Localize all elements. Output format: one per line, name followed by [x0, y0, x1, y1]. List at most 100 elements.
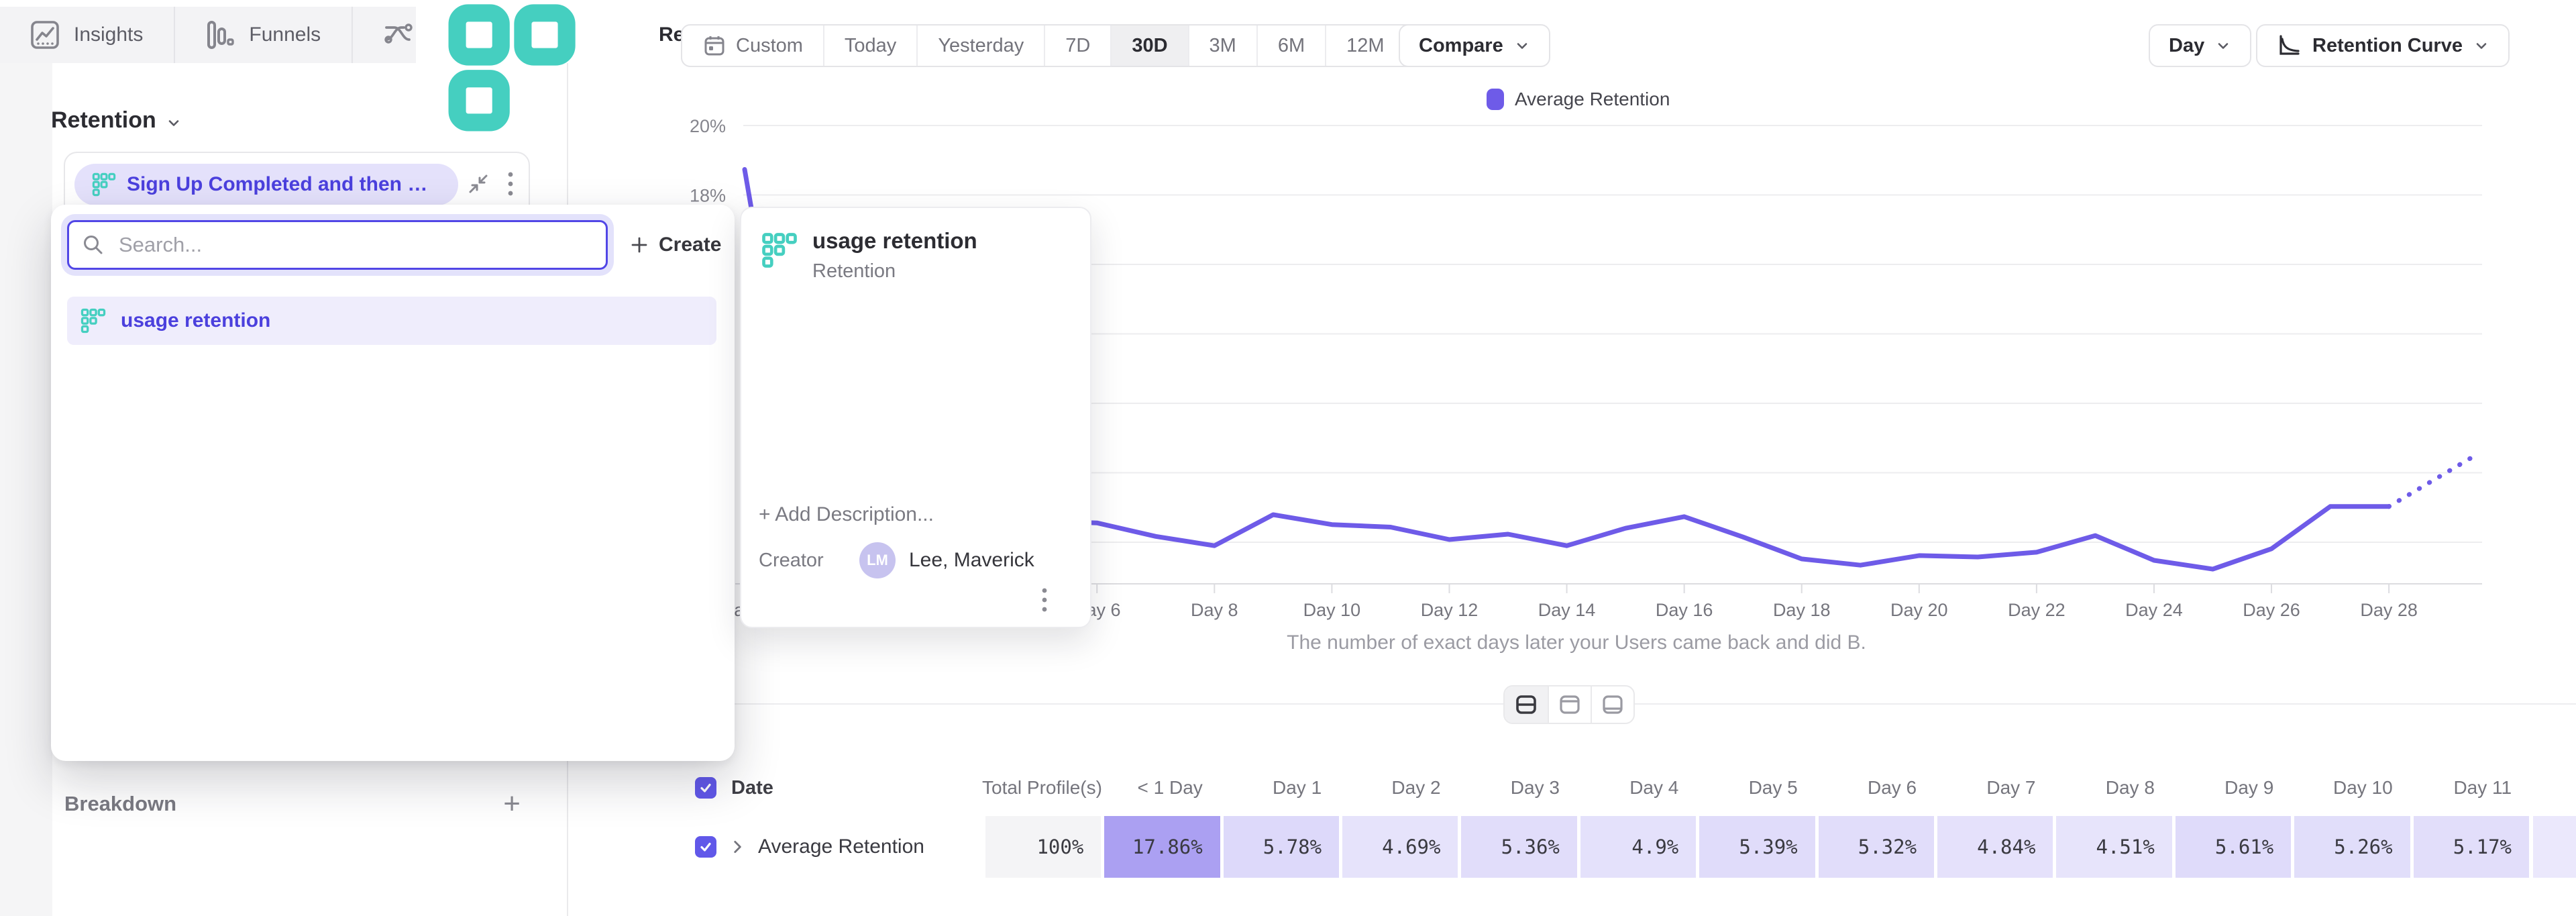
expand-row-chevron[interactable] [729, 838, 746, 856]
funnels-icon [205, 19, 235, 50]
search-icon [82, 234, 105, 256]
event-pill[interactable]: Sign Up Completed and then Sign Up Co... [74, 164, 458, 205]
left-gutter [0, 7, 52, 916]
column-header[interactable]: < 1 Day [1101, 777, 1220, 799]
layout-bottom-icon [1600, 692, 1625, 717]
retention-value-cell[interactable]: 4.51% [2053, 816, 2171, 878]
column-header[interactable]: Day 11 [2410, 777, 2529, 799]
compare-button[interactable]: Compare [1399, 24, 1550, 67]
svg-text:Day 12: Day 12 [1421, 600, 1479, 620]
column-header[interactable]: Day 8 [2053, 777, 2172, 799]
select-all-checkbox[interactable] [695, 777, 716, 799]
retention-value-cell[interactable]: 5.78% [1220, 816, 1339, 878]
layout-split-toggle[interactable] [1505, 686, 1548, 723]
collapse-button[interactable] [465, 170, 492, 197]
check-icon [698, 839, 713, 854]
flows-icon [382, 19, 413, 50]
column-header[interactable]: Day 9 [2172, 777, 2291, 799]
table-row: Average Retention 100%17.86%5.78%4.69%5.… [684, 816, 2576, 878]
tab-label: Insights [74, 23, 143, 46]
chart-type-button[interactable]: Retention Curve [2256, 24, 2510, 67]
table-header-row: Date Total Profile(s)< 1 DayDay 1Day 2Da… [684, 769, 2576, 807]
retention-icon [80, 308, 106, 334]
range-label: Today [845, 35, 896, 57]
search-result-usage-retention[interactable]: usage retention [67, 297, 716, 345]
retention-value-cell[interactable]: 4.9% [1577, 816, 1696, 878]
retention-value-cell[interactable]: 5.17% [2410, 816, 2529, 878]
svg-text:Day 10: Day 10 [1303, 600, 1361, 620]
range-yesterday[interactable]: Yesterday [916, 26, 1044, 66]
column-header[interactable]: Day 6 [1815, 777, 1934, 799]
search-input[interactable] [67, 220, 608, 270]
collapse-icon [466, 172, 490, 196]
column-header[interactable]: Total Profile(s) [982, 777, 1101, 799]
column-header[interactable]: Day 1 [1220, 777, 1339, 799]
retention-value-cell[interactable]: 5.32% [1815, 816, 1934, 878]
search-result-list: usage retention [67, 297, 716, 345]
breakdown-title: Breakdown [64, 792, 176, 816]
tab-insights[interactable]: Insights [0, 7, 174, 63]
kebab-icon [1040, 585, 1049, 615]
range-label: 12M [1346, 35, 1384, 57]
create-label: Create [659, 234, 721, 256]
column-header[interactable]: Day 7 [1934, 777, 2053, 799]
chevron-down-icon [1514, 38, 1530, 54]
row-checkbox[interactable] [695, 836, 716, 858]
svg-text:Day 16: Day 16 [1656, 600, 1713, 620]
check-icon [698, 780, 713, 795]
add-description-button[interactable]: + Add Description... [759, 503, 934, 526]
legend-label: Average Retention [1515, 89, 1670, 110]
chevron-down-icon [2473, 38, 2489, 54]
retention-value-cell[interactable]: 5.61% [2172, 816, 2291, 878]
column-header[interactable]: Day 2 [1339, 777, 1458, 799]
granularity-label: Day [2169, 35, 2204, 57]
legend-swatch [1487, 89, 1504, 110]
retention-value-cell-partial [2533, 816, 2576, 878]
range-label: 6M [1278, 35, 1305, 57]
add-breakdown-button[interactable]: + [503, 789, 521, 819]
plus-icon [629, 235, 649, 255]
retention-value-cell[interactable]: 4.84% [1934, 816, 2053, 878]
layout-chart-toggle[interactable] [1548, 686, 1591, 723]
range-today[interactable]: Today [823, 26, 916, 66]
chevron-down-icon [166, 115, 182, 131]
range-7d[interactable]: 7D [1044, 26, 1110, 66]
layout-table-toggle[interactable] [1591, 686, 1633, 723]
svg-text:Day 14: Day 14 [1538, 600, 1596, 620]
range-6m[interactable]: 6M [1256, 26, 1325, 66]
event-kebab-button[interactable] [497, 170, 524, 197]
range-30d[interactable]: 30D [1110, 26, 1187, 66]
retention-value-cell[interactable]: 100% [982, 816, 1101, 878]
create-button[interactable]: Create [623, 225, 728, 265]
granularity-button[interactable]: Day [2149, 24, 2251, 67]
range-12m[interactable]: 12M [1325, 26, 1404, 66]
report-preview-card: usage retention Retention + Add Descript… [740, 207, 1091, 628]
retention-value-cell[interactable]: 17.86% [1101, 816, 1220, 878]
layout-split-icon [1513, 692, 1539, 717]
kebab-icon [506, 169, 515, 199]
range-3m[interactable]: 3M [1188, 26, 1256, 66]
column-header[interactable]: Day 4 [1577, 777, 1696, 799]
range-custom[interactable]: Custom [682, 26, 823, 66]
breakdown-section: Breakdown + [64, 789, 521, 819]
retention-value-cell[interactable]: 5.39% [1696, 816, 1815, 878]
column-header[interactable]: Day 5 [1696, 777, 1815, 799]
creator-name: Lee, Maverick [909, 549, 1034, 572]
svg-text:Day 18: Day 18 [1773, 600, 1831, 620]
tab-funnels[interactable]: Funnels [174, 7, 352, 63]
report-type: Retention [812, 260, 977, 283]
preview-kebab-button[interactable] [1030, 584, 1059, 616]
svg-text:Day 8: Day 8 [1191, 600, 1238, 620]
retention-value-cell[interactable]: 5.26% [2291, 816, 2410, 878]
layout-top-icon [1557, 692, 1582, 717]
column-header[interactable]: Day 10 [2291, 777, 2410, 799]
column-header[interactable]: Day 3 [1458, 777, 1577, 799]
chart-type-label: Retention Curve [2312, 35, 2463, 57]
report-title: usage retention [812, 228, 977, 254]
section-title-label: Retention [51, 107, 156, 134]
retention-icon [444, 0, 645, 136]
retention-value-cell[interactable]: 5.36% [1458, 816, 1576, 878]
svg-text:Day 26: Day 26 [2243, 600, 2300, 620]
retention-value-cell[interactable]: 4.69% [1339, 816, 1458, 878]
section-title-retention[interactable]: Retention [51, 107, 182, 134]
